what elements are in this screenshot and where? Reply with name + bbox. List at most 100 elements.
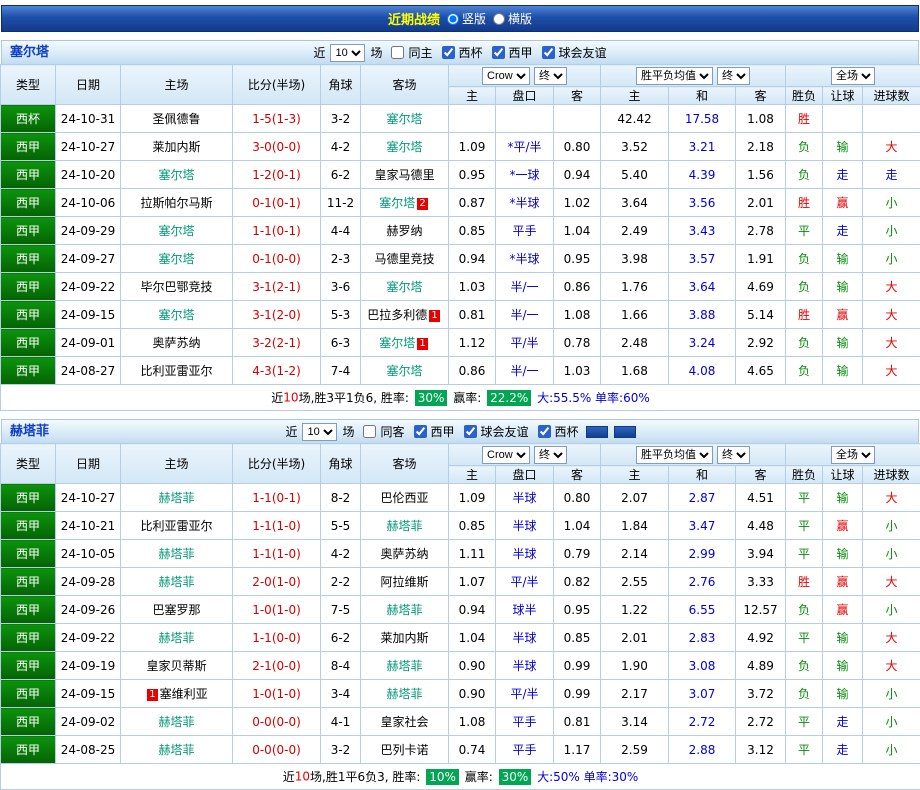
odds-provider-select[interactable]: Crow <box>482 446 530 464</box>
handicap-result-cell: 输 <box>823 245 863 273</box>
avg-select[interactable]: 胜平负均值 <box>636 446 713 464</box>
team-name-link[interactable]: 巴伦西亚 <box>380 491 428 505</box>
odds-final-select[interactable]: 终 <box>534 446 567 464</box>
team-name-link[interactable]: 毕尔巴鄂竞技 <box>140 280 212 294</box>
team-name-link[interactable]: 塞尔塔 <box>379 336 415 350</box>
team-name-link[interactable]: 皇家贝蒂斯 <box>146 659 206 673</box>
team-name-link[interactable]: 圣佩德鲁 <box>152 112 200 126</box>
team-name-link[interactable]: 奥萨苏纳 <box>380 547 428 561</box>
team-name-link[interactable]: 赫塔菲 <box>158 547 194 561</box>
team-name-link[interactable]: 拉斯帕尔马斯 <box>140 196 212 210</box>
league-type-badge: 西甲 <box>1 245 56 273</box>
team-name-link[interactable]: 赫塔菲 <box>158 575 194 589</box>
mini-button[interactable] <box>614 426 636 438</box>
team-name-link[interactable]: 赫塔菲 <box>158 743 194 757</box>
avg-final-select[interactable]: 终 <box>717 67 750 85</box>
same-venue-checkbox[interactable] <box>363 425 376 438</box>
section-team-name[interactable]: 赫塔菲 <box>10 420 49 444</box>
score-cell: 3-1(2-0) <box>233 301 321 329</box>
team-name-link[interactable]: 皇家马德里 <box>374 168 434 182</box>
team-name-link[interactable]: 赫塔菲 <box>158 631 194 645</box>
match-row: 西甲24-09-22赫塔菲1-1(0-0)6-2莱加内斯1.04半球0.852.… <box>1 624 920 652</box>
scope-select[interactable]: 全场 <box>831 446 875 464</box>
goals-result-cell: 大 <box>863 357 920 385</box>
league-checkbox[interactable] <box>492 46 505 59</box>
match-date: 24-09-19 <box>56 652 121 680</box>
team-name-link[interactable]: 塞维利亚 <box>160 687 208 701</box>
scope-select[interactable]: 全场 <box>831 67 875 85</box>
matches-table: 类型日期主场比分(半场)角球客场Crow终胜平负均值终全场主盘口客主和客胜负让球… <box>0 443 920 790</box>
score-cell: 0-1(0-1) <box>233 189 321 217</box>
recent-count-select[interactable]: 10 <box>330 44 365 62</box>
team-cell: 巴伦西亚 <box>361 484 449 512</box>
mini-button[interactable] <box>586 426 608 438</box>
team-name-link[interactable]: 奥萨苏纳 <box>152 336 200 350</box>
league-checkbox[interactable] <box>542 46 555 59</box>
profit-rate-badge: 22.2% <box>487 390 531 406</box>
corner-cell: 4-1 <box>321 708 361 736</box>
team-name-link[interactable]: 塞尔塔 <box>386 280 422 294</box>
team-name-link[interactable]: 巴拉多利德 <box>367 308 427 322</box>
league-checkbox[interactable] <box>414 425 427 438</box>
layout-radio-input[interactable] <box>447 13 459 25</box>
team-name-link[interactable]: 赫塔菲 <box>386 519 422 533</box>
avg-final-select[interactable]: 终 <box>717 446 750 464</box>
team-name-link[interactable]: 巴列卡诺 <box>380 743 428 757</box>
team-name-link[interactable]: 比利亚雷亚尔 <box>140 364 212 378</box>
avg-home-cell: 3.64 <box>601 189 669 217</box>
odds-home-cell: 0.74 <box>449 736 496 764</box>
section-header-bar: 塞尔塔近10场同主西杯西甲球会友谊 <box>1 40 919 64</box>
team-name-link[interactable]: 塞尔塔 <box>386 112 422 126</box>
games-label: 场 <box>342 423 354 440</box>
team-name-link[interactable]: 比利亚雷亚尔 <box>140 519 212 533</box>
avg-away-cell: 4.89 <box>736 652 786 680</box>
corner-cell: 6-2 <box>321 161 361 189</box>
odds-home-cell: 0.81 <box>449 301 496 329</box>
layout-radio-input[interactable] <box>493 13 505 25</box>
team-name-link[interactable]: 皇家社会 <box>380 715 428 729</box>
recent-count-select[interactable]: 10 <box>302 423 337 441</box>
league-type-badge: 西甲 <box>1 708 56 736</box>
team-name-link[interactable]: 马德里竞技 <box>374 252 434 266</box>
team-name-link[interactable]: 赫塔菲 <box>158 491 194 505</box>
league-checkbox[interactable] <box>442 46 455 59</box>
avg-away-cell: 4.48 <box>736 512 786 540</box>
result-cell: 负 <box>786 329 823 357</box>
league-checkbox[interactable] <box>538 425 551 438</box>
team-name-link[interactable]: 塞尔塔 <box>158 252 194 266</box>
team-name-link[interactable]: 塞尔塔 <box>158 308 194 322</box>
team-name-link[interactable]: 塞尔塔 <box>386 364 422 378</box>
team-name-link[interactable]: 巴塞罗那 <box>152 603 200 617</box>
layout-radio-vertical[interactable]: 竖版 <box>447 10 486 27</box>
team-name-link[interactable]: 赫塔菲 <box>386 687 422 701</box>
match-date: 24-09-22 <box>56 273 121 301</box>
team-name-link[interactable]: 赫塔菲 <box>386 603 422 617</box>
team-name-link[interactable]: 莱加内斯 <box>152 140 200 154</box>
handicap-result-cell: 输 <box>823 357 863 385</box>
odds-final-select[interactable]: 终 <box>534 67 567 85</box>
handicap-result-cell <box>823 105 863 133</box>
team-name-link[interactable]: 赫塔菲 <box>158 715 194 729</box>
team-name-link[interactable]: 赫罗纳 <box>386 224 422 238</box>
team-name-link[interactable]: 塞尔塔 <box>379 196 415 210</box>
match-date: 24-08-27 <box>56 357 121 385</box>
layout-radio-horizontal[interactable]: 横版 <box>493 10 532 27</box>
team-name-link[interactable]: 赫塔菲 <box>386 659 422 673</box>
team-name-link[interactable]: 阿拉维斯 <box>380 575 428 589</box>
odds-home-cell: 0.90 <box>449 680 496 708</box>
avg-select[interactable]: 胜平负均值 <box>636 67 713 85</box>
profit-rate-badge: 30% <box>499 769 532 785</box>
team-name-link[interactable]: 塞尔塔 <box>386 140 422 154</box>
odds-home-cell <box>449 105 496 133</box>
handicap-result-cell: 赢 <box>823 301 863 329</box>
avg-away-cell: 12.57 <box>736 596 786 624</box>
same-venue-checkbox[interactable] <box>391 46 404 59</box>
team-name-link[interactable]: 莱加内斯 <box>380 631 428 645</box>
league-checkbox[interactable] <box>464 425 477 438</box>
odds-provider-select[interactable]: Crow <box>482 67 530 85</box>
avg-away-cell: 2.72 <box>736 708 786 736</box>
team-name-link[interactable]: 塞尔塔 <box>158 168 194 182</box>
section-team-name[interactable]: 塞尔塔 <box>10 41 49 65</box>
avg-draw-cell: 4.39 <box>669 161 736 189</box>
team-name-link[interactable]: 塞尔塔 <box>158 224 194 238</box>
